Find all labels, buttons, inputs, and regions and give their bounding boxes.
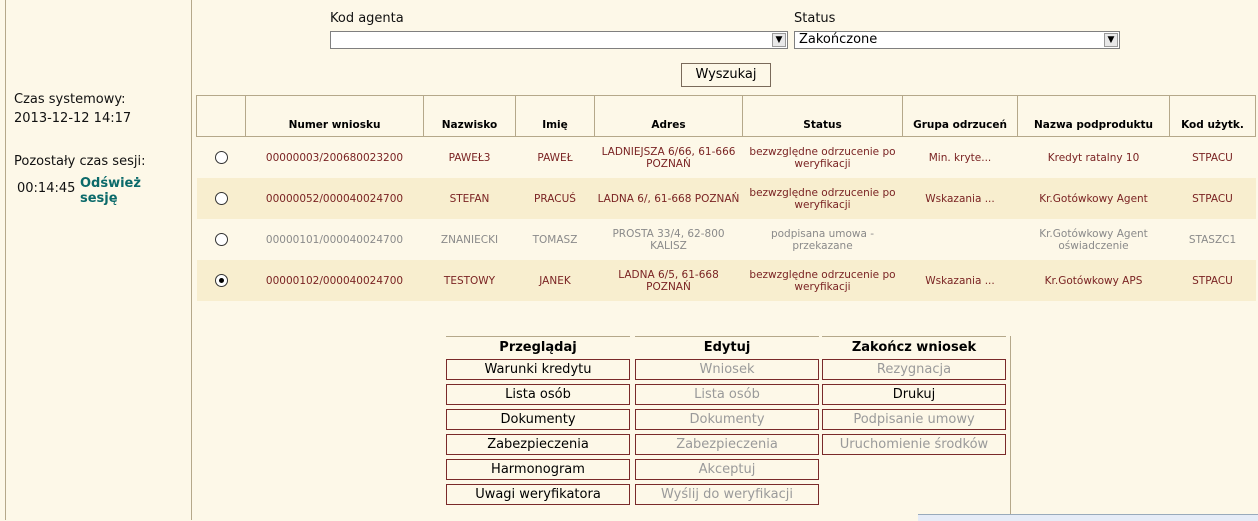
row-select-cell (196, 260, 246, 301)
edit-action-button[interactable]: Wyślij do weryfikacji (635, 484, 819, 505)
table-cell (903, 219, 1018, 260)
table-cell: PRACUŚ (515, 178, 595, 219)
edit-action-button[interactable]: Wniosek (635, 359, 819, 380)
column-header: Adres (594, 95, 743, 137)
table-cell: 00000052/000040024700 (245, 178, 424, 219)
edit-action-button[interactable]: Akceptuj (635, 459, 819, 480)
table-cell: bezwzględne odrzucenie po weryfikacji (749, 145, 896, 170)
table-cell: Kredyt ratalny 10 (1047, 151, 1140, 164)
edit-action-button[interactable]: Zabezpieczenia (635, 434, 819, 455)
table-row[interactable]: 00000052/000040024700 STEFAN PRACUŚ LADNA 6… (196, 178, 1256, 219)
browse-action-button[interactable]: Dokumenty (446, 409, 630, 430)
edit-column: Edytuj Wniosek Lista osób Dokumenty Zabezpi… (635, 336, 819, 505)
table-header-row: Numer wniosku Nazwisko Imię Adres Status… (196, 95, 1256, 137)
sidebar: Czas systemowy: 2013-12-12 14:17 Pozosta… (5, 0, 192, 520)
table-cell: Kr.Gotówkowy Agent oświadczenie (1039, 227, 1148, 252)
table-cell: STPACU (1169, 260, 1256, 301)
table-cell: ZNANIECKI (440, 233, 499, 246)
status-label: Status (794, 11, 836, 26)
table-cell: STPACU (1169, 178, 1256, 219)
table-row[interactable]: 00000003/200680023200 PAWEŁ3 PAWEŁ LADNIEJS… (197, 137, 1256, 179)
column-header: Kod użytk. (1169, 95, 1256, 137)
table-cell: PROSTA 33/4, 62-800 KALISZ (612, 227, 725, 252)
table-cell: Min. kryte... (928, 151, 992, 164)
table-cell: STPACU (1192, 151, 1233, 164)
row-select-cell (196, 178, 246, 219)
session-timer: 00:14:45 (17, 181, 76, 196)
agent-code-select[interactable]: ▼ (330, 31, 788, 49)
column-header: Status (742, 95, 903, 137)
column-header: Nazwisko (423, 95, 516, 137)
browse-title: Przeglądaj (446, 336, 630, 355)
table-cell: JANEK (515, 260, 595, 301)
session-time-label: Pozostały czas sesji: (14, 154, 146, 169)
table-cell: Wskazania ... (902, 178, 1018, 219)
table-cell: 00000102/000040024700 (245, 260, 424, 301)
table-cell: bezwzględne odrzucenie po weryfikacji (742, 178, 903, 219)
column-header: Imię (515, 95, 595, 137)
browse-action-button[interactable]: Zabezpieczenia (446, 434, 630, 455)
edit-title: Edytuj (635, 336, 819, 355)
dropdown-arrow-icon[interactable]: ▼ (1104, 33, 1118, 47)
actions-panel: Przeglądaj Warunki kredytu Lista osób Doku… (446, 336, 1011, 520)
finish-action-button[interactable]: Rezygnacja (822, 359, 1006, 380)
main-panel: Kod agenta ▼ Status Zakończone ▼ Wyszuka… (193, 0, 1258, 520)
column-header: Numer wniosku (245, 95, 424, 137)
table-cell: 00000003/200680023200 (265, 151, 404, 164)
table-cell: STEFAN (423, 178, 516, 219)
finish-action-button[interactable]: Drukuj (822, 384, 1006, 405)
row-select-radio[interactable] (214, 233, 228, 246)
browse-column: Przeglądaj Warunki kredytu Lista osób Doku… (446, 336, 630, 505)
agent-code-label: Kod agenta (330, 11, 404, 26)
table-cell: TOMASZ (532, 233, 578, 246)
row-select-radio[interactable] (214, 192, 228, 205)
table-cell: PAWEŁ (537, 151, 573, 164)
column-header: Nazwa podproduktu (1017, 95, 1170, 137)
table-cell: TESTOWY (423, 260, 516, 301)
results-table: Numer wniosku Nazwisko Imię Adres Status… (196, 95, 1256, 301)
table-cell: LADNIEJSZA 6/66, 61-666 POZNAŃ (601, 145, 736, 170)
table-row[interactable]: 00000102/000040024700 TESTOWY JANEK LADNA 6… (196, 260, 1256, 301)
dropdown-arrow-icon[interactable]: ▼ (772, 33, 786, 47)
table-cell: bezwzględne odrzucenie po weryfikacji (742, 260, 903, 301)
edit-action-button[interactable]: Dokumenty (635, 409, 819, 430)
finish-action-button[interactable]: Uruchomienie środków (822, 434, 1006, 455)
browse-action-button[interactable]: Warunki kredytu (446, 359, 630, 380)
search-button[interactable]: Wyszukaj (681, 63, 771, 87)
system-time-value: 2013-12-12 14:17 (14, 111, 132, 126)
table-row[interactable]: 00000101/000040024700 ZNANIECKI TOMASZ PROS… (197, 219, 1256, 260)
finish-column: Zakończ wniosek Rezygnacja Drukuj Podpisan… (822, 336, 1006, 455)
select-column-header (196, 95, 246, 137)
finish-action-button[interactable]: Podpisanie umowy (822, 409, 1006, 430)
refresh-session-link[interactable]: Odśwież sesję (80, 176, 150, 206)
finish-title: Zakończ wniosek (822, 336, 1006, 355)
row-select-radio[interactable] (214, 274, 228, 287)
browse-action-button[interactable]: Uwagi weryfikatora (446, 484, 630, 505)
system-time-label: Czas systemowy: (14, 92, 126, 107)
table-cell: LADNA 6/, 61-668 POZNAŃ (594, 178, 743, 219)
browse-action-button[interactable]: Harmonogram (446, 459, 630, 480)
table-cell: 00000101/000040024700 (265, 233, 404, 246)
status-value: Zakończone (799, 32, 878, 47)
browse-action-button[interactable]: Lista osób (446, 384, 630, 405)
table-cell: STASZC1 (1188, 233, 1237, 246)
row-select-radio[interactable] (214, 151, 228, 164)
table-cell: LADNA 6/5, 61-668 POZNAŃ (594, 260, 743, 301)
row-select-cell (197, 137, 246, 179)
row-select-cell (197, 219, 246, 260)
status-select[interactable]: Zakończone ▼ (794, 31, 1120, 49)
table-cell: Wskazania ... (902, 260, 1018, 301)
table-cell: PAWEŁ3 (448, 151, 491, 164)
table-cell: Kr.Gotówkowy APS (1017, 260, 1170, 301)
edit-action-button[interactable]: Lista osób (635, 384, 819, 405)
column-header: Grupa odrzuceń (902, 95, 1018, 137)
table-cell: podpisana umowa - przekazane (770, 227, 875, 252)
table-cell: Kr.Gotówkowy Agent (1017, 178, 1170, 219)
